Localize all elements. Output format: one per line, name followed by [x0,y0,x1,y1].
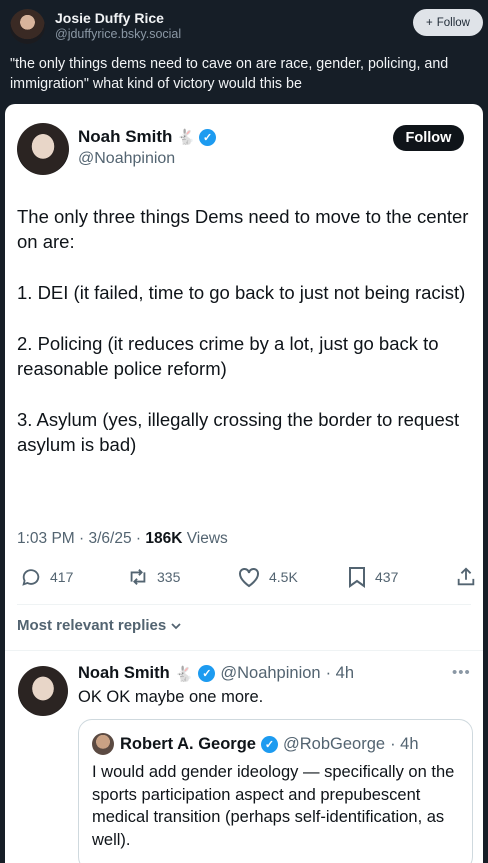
tweet-author-name-row[interactable]: Noah Smith 🐇 ✓ [78,127,217,147]
quote-author-handle: @RobGeorge [283,735,386,753]
quoted-tweet[interactable]: Robert A. George ✓ @RobGeorge · 4h I wou… [78,719,473,863]
verified-badge-icon: ✓ [199,128,217,146]
bookmark-button[interactable]: 437 [347,566,398,588]
outer-follow-button[interactable]: + Follow [413,9,483,36]
tweet-author-name: Noah Smith [78,127,173,146]
repost-icon [130,569,146,585]
tweet-paragraph: 2. Policing (it reduces crime by a lot, … [17,333,439,379]
follow-label: Follow [436,16,470,29]
share-icon [457,567,475,586]
tweet-meta: 1:03 PM · 3/6/25 · 186K Views [17,530,228,548]
divider [17,604,471,605]
avatar[interactable] [17,123,69,175]
plus-icon: + [426,16,433,29]
more-icon[interactable]: ••• [452,664,471,681]
reply-count: 417 [50,569,74,585]
avatar[interactable] [18,666,68,716]
replies-sort-toggle[interactable]: Most relevant replies [17,617,183,634]
rabbit-emoji-icon: 🐇 [174,665,194,683]
outer-post-text: "the only things dems need to cave on ar… [10,56,449,92]
tweet-paragraph: The only three things Dems need to move … [17,206,469,252]
outer-post-header: Josie Duffy Rice @jduffyrice.bsky.social… [0,0,488,50]
tweet-actions: 417 335 4.5K 437 [17,566,477,592]
tweet-follow-button[interactable]: Follow [393,125,464,151]
tweet-paragraph: 1. DEI (it failed, time to go back to ju… [17,282,466,303]
tweet-author-handle[interactable]: @Noahpinion [78,150,175,168]
verified-badge-icon: ✓ [261,736,278,753]
avatar[interactable] [10,9,45,44]
repost-button[interactable]: 335 [127,566,180,588]
quote-text: I would add gender ideology — specifical… [92,763,455,849]
like-count: 4.5K [269,569,298,585]
outer-author-handle[interactable]: @jduffyrice.bsky.social [55,27,181,41]
reply-icon [22,569,40,586]
reply-author-handle[interactable]: @Noahpinion [220,664,320,683]
share-button[interactable] [455,566,477,588]
reply-time[interactable]: · 4h [326,664,354,683]
views-count: 186K [145,530,183,547]
replies-sort-label: Most relevant replies [17,617,167,634]
divider [5,650,483,651]
verified-badge-icon: ✓ [198,665,216,682]
reply-button[interactable]: 417 [20,566,73,588]
quote-time: · 4h [390,735,419,753]
tweet-paragraph: 3. Asylum (yes, illegally crossing the b… [17,409,460,455]
avatar [92,733,114,755]
embedded-tweet-card: Noah Smith 🐇 ✓ @Noahpinion Follow The on… [5,104,483,863]
rabbit-emoji-icon: 🐇 [176,129,196,146]
repost-count: 335 [157,569,181,585]
like-button[interactable]: 4.5K [237,566,298,588]
quote-author-name: Robert A. George [120,735,256,753]
outer-author-name[interactable]: Josie Duffy Rice [55,10,164,26]
tweet-body: The only three things Dems need to move … [17,204,477,483]
reply-header: Noah Smith 🐇 ✓ @Noahpinion · 4h [78,664,354,683]
chevron-down-icon [171,622,181,629]
like-icon [239,567,259,588]
reply-text: OK OK maybe one more. [78,688,264,706]
views-label: Views [182,530,228,547]
reply-author-name[interactable]: Noah Smith [78,664,170,683]
quote-header: Robert A. George ✓ @RobGeorge · 4h [120,735,419,754]
tweet-timestamp[interactable]: 1:03 PM · 3/6/25 · [17,530,145,547]
bookmark-icon [349,567,365,588]
bookmark-count: 437 [375,569,399,585]
